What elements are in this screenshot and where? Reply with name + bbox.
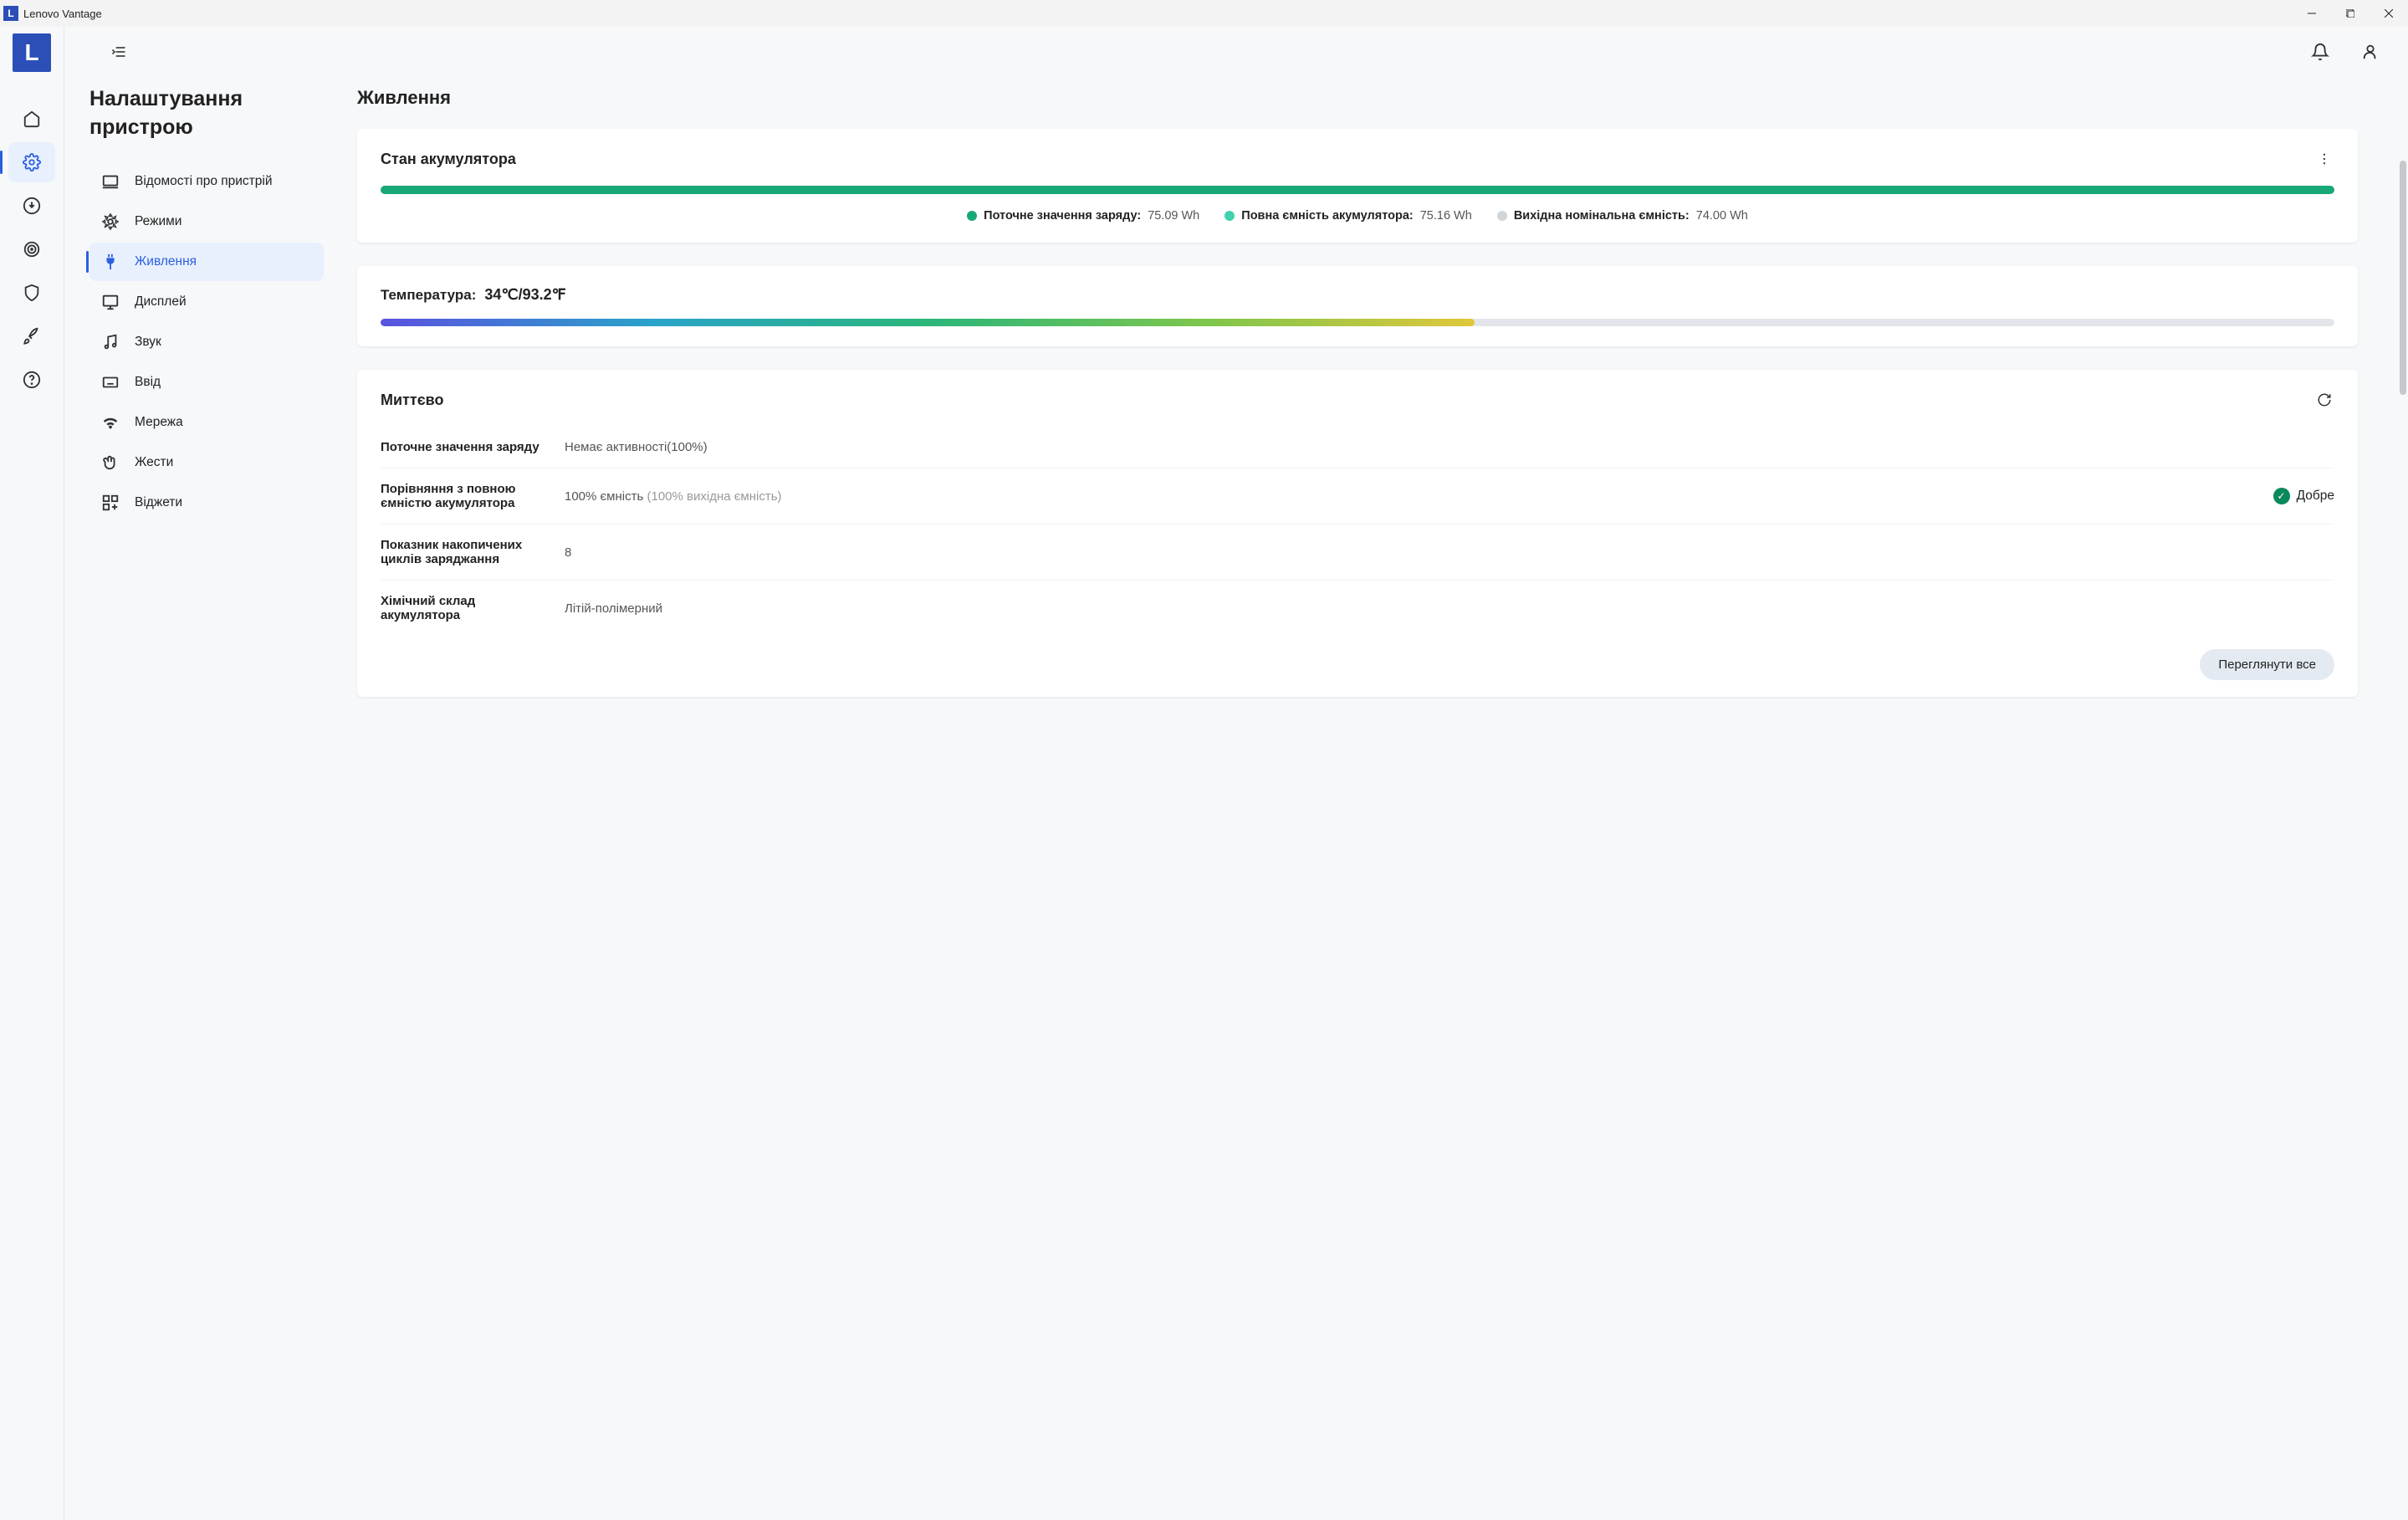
maximize-button[interactable] xyxy=(2331,0,2370,27)
hand-icon xyxy=(101,453,120,472)
battery-state-title: Стан акумулятора xyxy=(381,151,516,168)
scrollbar[interactable] xyxy=(2400,161,2406,395)
sidebar-item-label: Дисплей xyxy=(135,294,187,310)
sidebar-item-label: Звук xyxy=(135,335,161,350)
sidebar-item-label: Живлення xyxy=(135,254,197,269)
stat-chemistry: Хімічний склад акумулятора Літій-полімер… xyxy=(381,580,2334,636)
sidebar-item-display[interactable]: Дисплей xyxy=(89,283,324,321)
sidebar-item-label: Режими xyxy=(135,214,181,229)
rail-item-rocket[interactable] xyxy=(8,316,55,356)
rail-item-shield[interactable] xyxy=(8,273,55,313)
titlebar: L Lenovo Vantage xyxy=(0,0,2408,27)
stat-current-charge: Поточне значення заряду Немає активності… xyxy=(381,427,2334,468)
temperature-bar xyxy=(381,319,2334,326)
sidebar-item-device-info[interactable]: Відомості про пристрій xyxy=(89,162,324,201)
sidebar-item-label: Мережа xyxy=(135,415,183,430)
temperature-card: Температура: 34℃/93.2℉ xyxy=(357,266,2358,346)
wifi-icon xyxy=(101,413,120,432)
battery-state-card: Стан акумулятора Поточне значення заряду… xyxy=(357,129,2358,243)
widgets-icon xyxy=(101,494,120,512)
dot-icon xyxy=(967,211,977,221)
plug-icon xyxy=(101,253,120,271)
topbar xyxy=(64,27,2408,77)
rail-item-help[interactable] xyxy=(8,360,55,400)
more-button[interactable] xyxy=(2314,149,2334,169)
sidebar-item-gestures[interactable]: Жести xyxy=(89,443,324,482)
sidebar-item-audio[interactable]: Звук xyxy=(89,323,324,361)
temperature-label: Температура: xyxy=(381,287,476,304)
rail-item-settings[interactable] xyxy=(8,142,55,182)
side-panel-title: Налаштування пристрою xyxy=(89,85,324,142)
laptop-icon xyxy=(101,172,120,191)
instant-title: Миттєво xyxy=(381,392,443,409)
app-icon: L xyxy=(3,6,18,21)
minimize-button[interactable] xyxy=(2293,0,2331,27)
sidebar-item-label: Жести xyxy=(135,455,173,470)
side-panel: Налаштування пристрою Відомості про прис… xyxy=(64,77,340,1520)
app-logo[interactable]: L xyxy=(13,33,51,72)
monitor-icon xyxy=(101,293,120,311)
sidebar-item-input[interactable]: Ввід xyxy=(89,363,324,402)
sidebar-item-power[interactable]: Живлення xyxy=(89,243,324,281)
keyboard-icon xyxy=(101,373,120,392)
check-icon: ✓ xyxy=(2273,488,2290,504)
battery-bar xyxy=(381,186,2334,194)
refresh-button[interactable] xyxy=(2314,390,2334,410)
status-badge: ✓Добре xyxy=(2273,488,2334,504)
stat-cycles: Показник накопичених циклів заряджання 8 xyxy=(381,524,2334,580)
battery-legend: Поточне значення заряду:75.09 Wh Повна є… xyxy=(381,209,2334,223)
rail-item-download[interactable] xyxy=(8,186,55,226)
rail-item-home[interactable] xyxy=(8,99,55,139)
stat-capacity-compare: Порівняння з повною ємністю акумулятора … xyxy=(381,468,2334,524)
page-title: Живлення xyxy=(357,87,2358,109)
sidebar-item-modes[interactable]: Режими xyxy=(89,202,324,241)
main-content: Живлення Стан акумулятора Поточне значен… xyxy=(340,77,2408,1520)
close-button[interactable] xyxy=(2370,0,2408,27)
music-icon xyxy=(101,333,120,351)
sidebar-item-label: Відомості про пристрій xyxy=(135,174,273,189)
view-all-button[interactable]: Переглянути все xyxy=(2200,649,2334,680)
notifications-button[interactable] xyxy=(2308,39,2333,64)
instant-card: Миттєво Поточне значення заряду Немає ак… xyxy=(357,370,2358,697)
window-title: Lenovo Vantage xyxy=(23,8,102,20)
rail-item-target[interactable] xyxy=(8,229,55,269)
sidebar-item-widgets[interactable]: Віджети xyxy=(89,484,324,522)
sidebar-item-network[interactable]: Мережа xyxy=(89,403,324,442)
dot-icon xyxy=(1497,211,1507,221)
account-button[interactable] xyxy=(2358,39,2383,64)
sidebar-item-label: Віджети xyxy=(135,495,182,510)
collapse-sidebar-button[interactable] xyxy=(106,39,131,64)
dot-icon xyxy=(1224,211,1235,221)
sidebar-item-label: Ввід xyxy=(135,375,161,390)
gear-icon xyxy=(101,212,120,231)
nav-rail: L xyxy=(0,27,64,1520)
temperature-value: 34℃/93.2℉ xyxy=(484,286,565,304)
